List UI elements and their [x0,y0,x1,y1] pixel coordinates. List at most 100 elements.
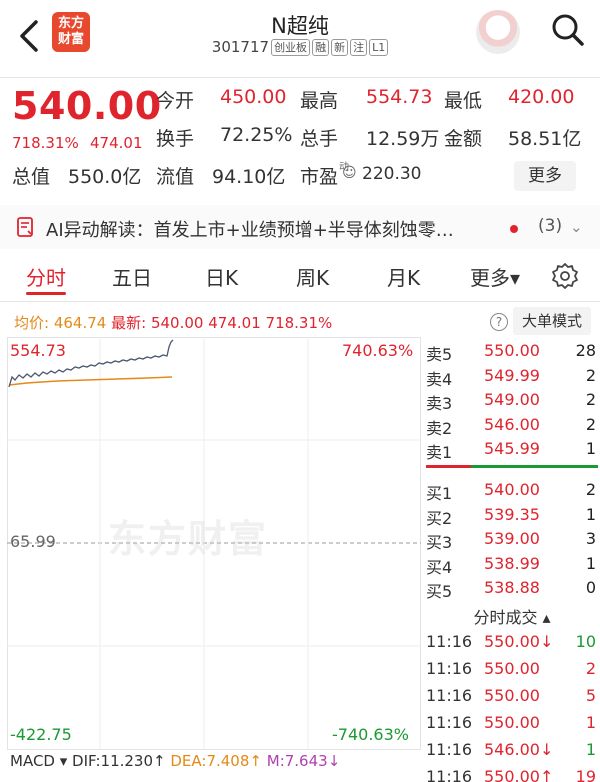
buy-row[interactable]: 买1 540.00 2 [426,478,598,503]
avg-price-value: 464.74 [53,314,107,332]
tab-more[interactable]: 更多▾ [470,262,520,291]
stat-label: 总手 [300,128,339,150]
active-tab-underline [26,292,66,295]
y-axis-top-percent: 740.63% [342,341,414,360]
tag-level: L1 [369,39,389,56]
sell-row-price: 545.99 [484,439,540,459]
sell-row[interactable]: 卖2 546.00 2 [426,413,598,438]
stat-label: 最高 [300,90,339,112]
ai-analysis-count: (3) [538,216,563,236]
sell-row-label: 卖3 [426,394,453,414]
trade-time: 11:16 [426,713,473,732]
pe-info-icon: ☺ [342,165,357,181]
trade-price: 550.00 [484,713,540,732]
sell-row[interactable]: 卖4 549.99 2 [426,364,598,389]
stat-value: 420.00 [508,86,575,108]
sell-row[interactable]: 卖1 545.99 1 [426,437,598,462]
buy-row-price: 539.35 [484,504,540,524]
y-axis-mid-price: 65.99 [10,532,56,551]
trade-row: 11:16 550.00↑ 19 [426,764,598,782]
buy-row[interactable]: 买5 538.88 0 [426,576,598,601]
chart-info-line: 均价: 464.74 最新: 540.00 474.01 718.31% [14,312,332,333]
watermark: 东方财富 [108,517,269,561]
tag-new: 新 [331,39,349,56]
buy-row[interactable]: 买2 539.35 1 [426,503,598,528]
tag-margin: 融 [312,39,330,56]
sell-row-price: 546.00 [484,414,540,434]
trade-price: 546.00↓ [484,740,554,759]
stat-label: 最低 [444,90,483,112]
stat-label: 市盈 [300,166,339,188]
search-icon[interactable] [550,12,586,48]
tab-weekly-k[interactable]: 周K [296,262,329,291]
buy-row-vol: 0 [585,578,596,598]
latest-label: 最新: [111,314,147,332]
tab-monthly-k[interactable]: 月K [387,262,420,291]
buy-row-price: 539.00 [484,529,540,549]
sell-row[interactable]: 卖5 550.00 28 [426,339,598,364]
more-stats-button[interactable]: 更多 [514,161,576,191]
gear-icon[interactable] [552,263,578,289]
tab-daily-k[interactable]: 日K [205,262,238,291]
stat-value: 554.73 [366,86,433,108]
trade-row: 11:16 550.00 2 [426,656,598,683]
ai-analysis-bar[interactable]: AI异动解读：首发上市+业绩预增+半导体刻蚀零… (3) ⌄ [0,205,600,249]
buy-row[interactable]: 买4 538.99 1 [426,552,598,577]
sell-row-label: 卖4 [426,369,453,389]
tag-board: 创业板 [271,39,311,56]
trades-title[interactable]: 分时成交 ▴ [426,604,598,628]
y-axis-bottom-price: -422.75 [10,725,72,744]
buy-row-price: 538.99 [484,553,540,573]
tab-intraday[interactable]: 分时 [26,262,66,291]
help-icon[interactable]: ? [490,313,508,331]
ai-analysis-text: AI异动解读：首发上市+业绩预增+半导体刻蚀零… [46,220,454,241]
sell-row-label: 卖2 [426,418,453,438]
trade-vol: 1 [585,740,596,759]
buy-row-price: 540.00 [484,480,540,499]
macd-dif: DIF:11.230↑ [72,752,166,770]
stat-label: 流值 [156,166,195,188]
stat-value: 94.10亿 [212,166,286,188]
unread-dot [510,225,518,233]
sell-row-label: 卖1 [426,443,453,463]
latest-percent: 718.31% [265,314,333,332]
trade-time: 11:16 [426,740,473,759]
trade-row: 11:16 550.00 5 [426,683,598,710]
book-divider [426,465,598,468]
trade-vol: 1 [585,713,596,732]
sell-row-vol: 2 [585,414,596,434]
stat-value: 550.0亿 [68,166,142,188]
big-order-mode-button[interactable]: 大单模式 [513,307,591,335]
macd-selector[interactable]: MACD ▾ [10,752,67,770]
stat-value: 72.25% [220,124,293,146]
stat-value: 12.59万 [366,128,440,150]
stat-value: 58.51亿 [508,128,582,150]
buy-row[interactable]: 买3 539.00 3 [426,527,598,552]
trade-price: 550.00 [484,686,540,705]
trade-price: 550.00 [484,659,540,678]
tag-registered: 注 [350,39,368,56]
buy-row-vol: 1 [585,553,596,573]
tab-five-day[interactable]: 五日 [112,262,152,291]
trade-row: 11:16 550.00 1 [426,710,598,737]
assistant-robot-icon[interactable] [476,10,520,54]
latest-value: 540.00 [150,314,204,332]
sell-row-price: 549.99 [484,365,540,385]
stat-label: 总值 [12,166,51,188]
buy-row-label: 买2 [426,508,453,528]
tabs-divider [0,301,600,302]
trade-price: 550.00↑ [484,767,554,782]
y-axis-top-price: 554.73 [10,341,66,360]
sell-row[interactable]: 卖3 549.00 2 [426,388,598,413]
trade-vol: 19 [575,767,596,782]
buy-row-label: 买3 [426,533,453,553]
buy-row-label: 买5 [426,582,453,602]
buy-row-vol: 1 [585,504,596,524]
chevron-down-icon[interactable]: ⌄ [570,218,583,236]
latest-change: 474.01 [208,314,261,332]
sell-row-label: 卖5 [426,345,453,364]
header-divider [0,77,600,78]
stat-label: 金额 [444,128,483,150]
sell-row-vol: 2 [585,390,596,410]
trade-time: 11:16 [426,632,473,651]
